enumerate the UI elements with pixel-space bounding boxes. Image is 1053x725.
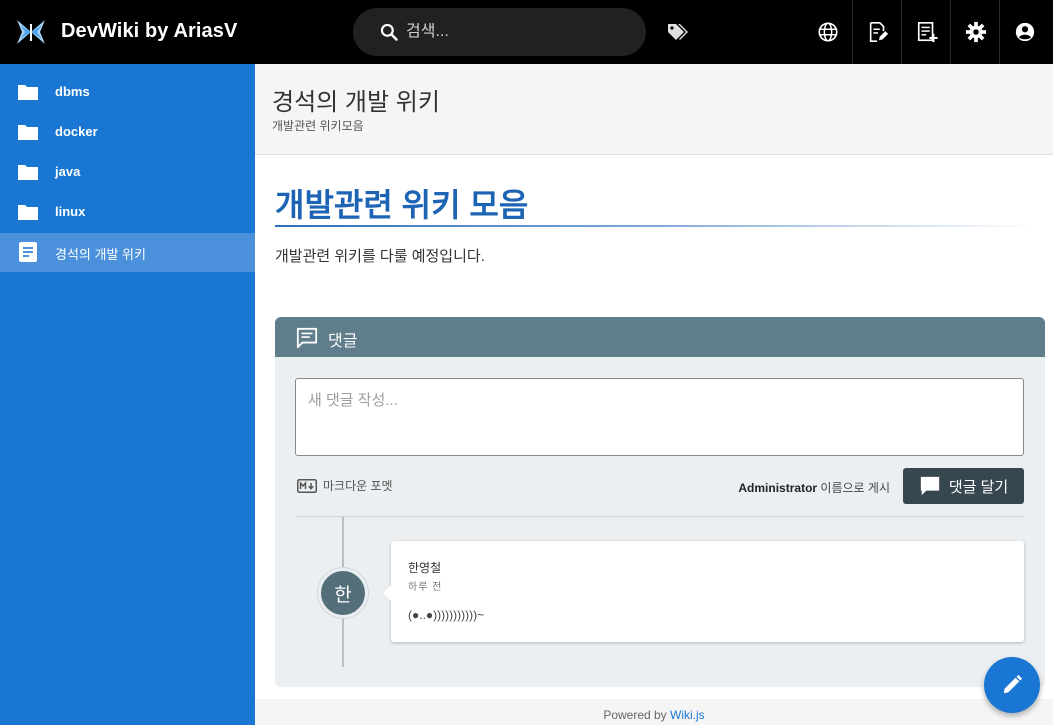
folder-icon [18,205,38,220]
new-comment-textarea[interactable] [295,378,1024,456]
sidebar-item-label: 경석의 개발 위키 [55,247,146,262]
search-icon [378,21,400,43]
markdown-format-link[interactable]: 마크다운 포멧 [297,477,393,494]
comment-author: 한영철 [408,561,442,575]
sidebar-item-label: dbms [55,84,90,99]
post-as-user: Administrator [738,481,818,495]
comment-body: (●..●)))))))))))~ [408,608,485,622]
comment-bubble-icon [920,476,939,496]
edit-page-fab[interactable] [984,657,1040,713]
comments-section: 댓글 마크다운 포멧 Administrator 이름으로 게시 댓글 달기 한… [275,317,1045,687]
sidebar-item-dbms[interactable]: dbms [0,72,255,112]
search-input[interactable] [406,23,626,41]
sidebar-item-home[interactable]: 경석의 개발 위키 [0,233,255,272]
pencil-icon [1003,674,1023,694]
top-app-bar: DevWiki by AriasV [0,0,1053,64]
sidebar-item-java[interactable]: java [0,152,255,192]
avatar: 한 [318,568,368,618]
post-comment-button[interactable]: 댓글 달기 [903,468,1024,504]
wikijs-link[interactable]: Wiki.js [670,708,705,722]
sidebar-item-docker[interactable]: docker [0,112,255,152]
comments-header: 댓글 [275,317,1045,357]
markdown-format-label: 마크다운 포멧 [323,479,393,493]
settings-gear-icon[interactable] [951,0,1000,64]
page-header: 경석의 개발 위키 개발관련 위키모음 [255,64,1053,155]
footer: Powered by Wiki.js [255,699,1053,725]
post-as-text: Administrator 이름으로 게시 [730,479,890,496]
sidebar-item-label: linux [55,204,86,219]
tags-icon[interactable] [664,20,692,44]
comments-title: 댓글 [328,333,358,350]
page-icon [19,242,37,262]
sidebar-nav: dbms docker java linux 경석의 개발 위키 [0,64,255,725]
comment-item: 한영철 하루 전 (●..●)))))))))))~ [383,541,1024,642]
comment-icon [296,327,318,349]
folder-icon [18,85,38,100]
sidebar-item-label: docker [55,124,98,139]
account-icon[interactable] [1000,0,1049,64]
comment-time: 하루 전 [408,582,443,593]
content-heading: 개발관련 위키 모음 [275,187,529,223]
heading-underline [275,225,1035,227]
search-bar[interactable] [353,8,646,56]
app-title[interactable]: DevWiki by AriasV [61,20,237,43]
footer-prefix: Powered by [603,708,671,722]
page-subtitle: 개발관련 위키모음 [272,119,364,133]
page-title: 경석의 개발 위키 [272,89,440,116]
folder-icon [18,125,38,140]
sidebar-item-linux[interactable]: linux [0,192,255,232]
content-paragraph: 개발관련 위키를 다룰 예정입니다. [275,248,485,265]
app-logo-icon[interactable] [14,16,48,48]
new-page-icon[interactable] [902,0,951,64]
language-icon[interactable] [803,0,852,64]
comments-divider [295,516,1024,517]
folder-icon [18,165,38,180]
markdown-icon [297,478,317,493]
post-as-suffix: 이름으로 게시 [817,481,890,495]
sidebar-item-label: java [55,164,81,179]
edit-page-icon[interactable] [853,0,902,64]
post-comment-label: 댓글 달기 [948,478,1009,496]
